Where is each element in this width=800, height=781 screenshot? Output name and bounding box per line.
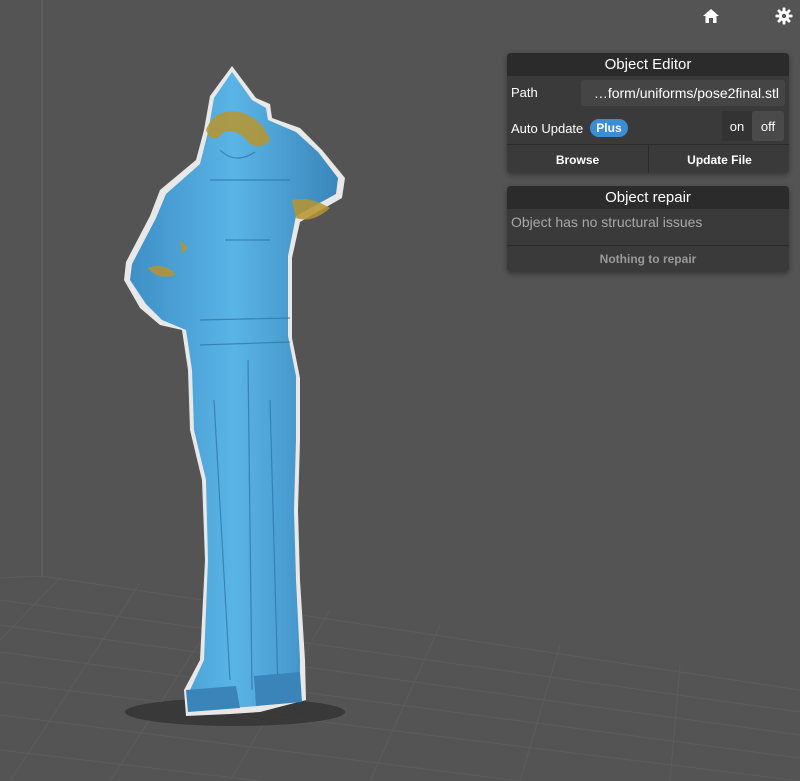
auto-update-row: Auto Update Plus [511, 119, 628, 137]
path-field[interactable]: …form/uniforms/pose2final.stl [581, 80, 785, 106]
toggle-off-button[interactable]: off [752, 111, 784, 141]
object-editor-panel: Object Editor Path …form/uniforms/pose2f… [507, 53, 789, 173]
path-label: Path [511, 85, 538, 100]
home-icon [703, 9, 719, 23]
toggle-on-button[interactable]: on [722, 111, 752, 141]
object-repair-title: Object repair [507, 186, 789, 209]
repair-status-text: Object has no structural issues [511, 214, 703, 230]
gear-icon [775, 7, 793, 25]
nothing-to-repair-button[interactable]: Nothing to repair [507, 246, 789, 272]
browse-button[interactable]: Browse [507, 145, 648, 173]
object-editor-title: Object Editor [507, 53, 789, 76]
home-button[interactable] [698, 4, 724, 28]
auto-update-label: Auto Update [511, 120, 584, 136]
plus-badge: Plus [590, 119, 628, 137]
settings-button[interactable] [771, 4, 797, 28]
update-file-button[interactable]: Update File [649, 145, 789, 173]
object-repair-panel: Object repair Object has no structural i… [507, 186, 789, 272]
